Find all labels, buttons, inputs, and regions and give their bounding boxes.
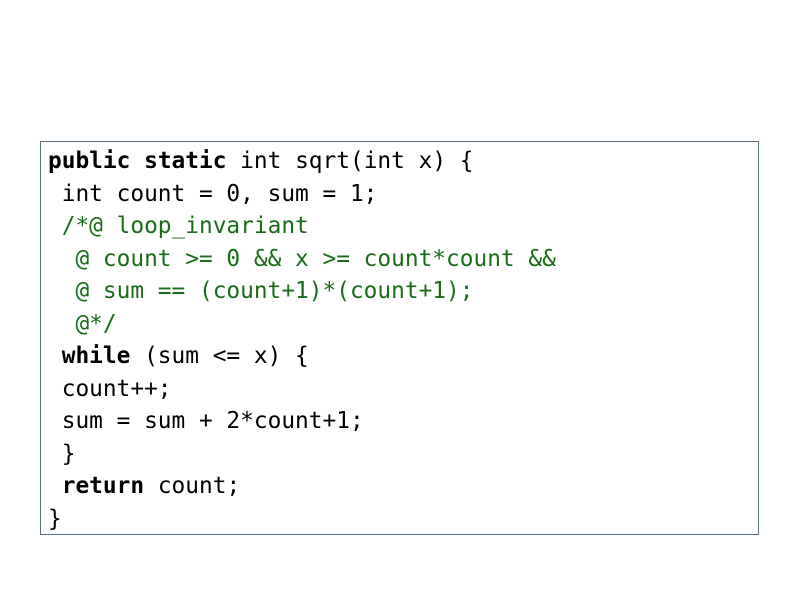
code-line: return count; [48,470,556,503]
code-comment: @ sum == (count+1)*(count+1); [75,278,474,304]
code-text: } [61,440,76,467]
code-keyword: return [61,473,145,499]
code-comment: /*@ loop_invariant [61,213,309,239]
code-line: count++; [48,373,556,406]
slide: public static int sqrt(int x) { int coun… [0,0,800,600]
code-text: } [48,505,62,532]
code-block: public static int sqrt(int x) { int coun… [40,141,759,535]
code-keyword: while [61,343,131,369]
code-text: count++; [61,375,172,402]
code-line: @ sum == (count+1)*(count+1); [48,275,556,308]
code-listing: public static int sqrt(int x) { int coun… [48,145,556,535]
code-keyword: public [48,148,131,174]
code-line: sum = sum + 2*count+1; [48,405,556,438]
code-line: @*/ [48,308,556,341]
code-text: int count = 0, sum = 1; [61,180,378,207]
code-keyword: static [144,148,227,174]
code-line: } [48,438,556,471]
code-line: } [48,503,556,536]
code-text: sum = sum + 2*count+1; [61,408,364,434]
code-text: count; [144,473,241,499]
code-line: int count = 0, sum = 1; [48,178,556,211]
code-line: public static int sqrt(int x) { [48,145,556,178]
code-comment: @*/ [75,310,117,337]
code-line: while (sum <= x) { [48,340,556,373]
code-text: int sqrt(int x) { [226,148,474,174]
code-line: /*@ loop_invariant [48,210,556,243]
code-line: @ count >= 0 && x >= count*count && [48,243,556,276]
code-comment: @ count >= 0 && x >= count*count && [75,245,556,272]
code-text: (sum <= x) { [130,343,309,369]
